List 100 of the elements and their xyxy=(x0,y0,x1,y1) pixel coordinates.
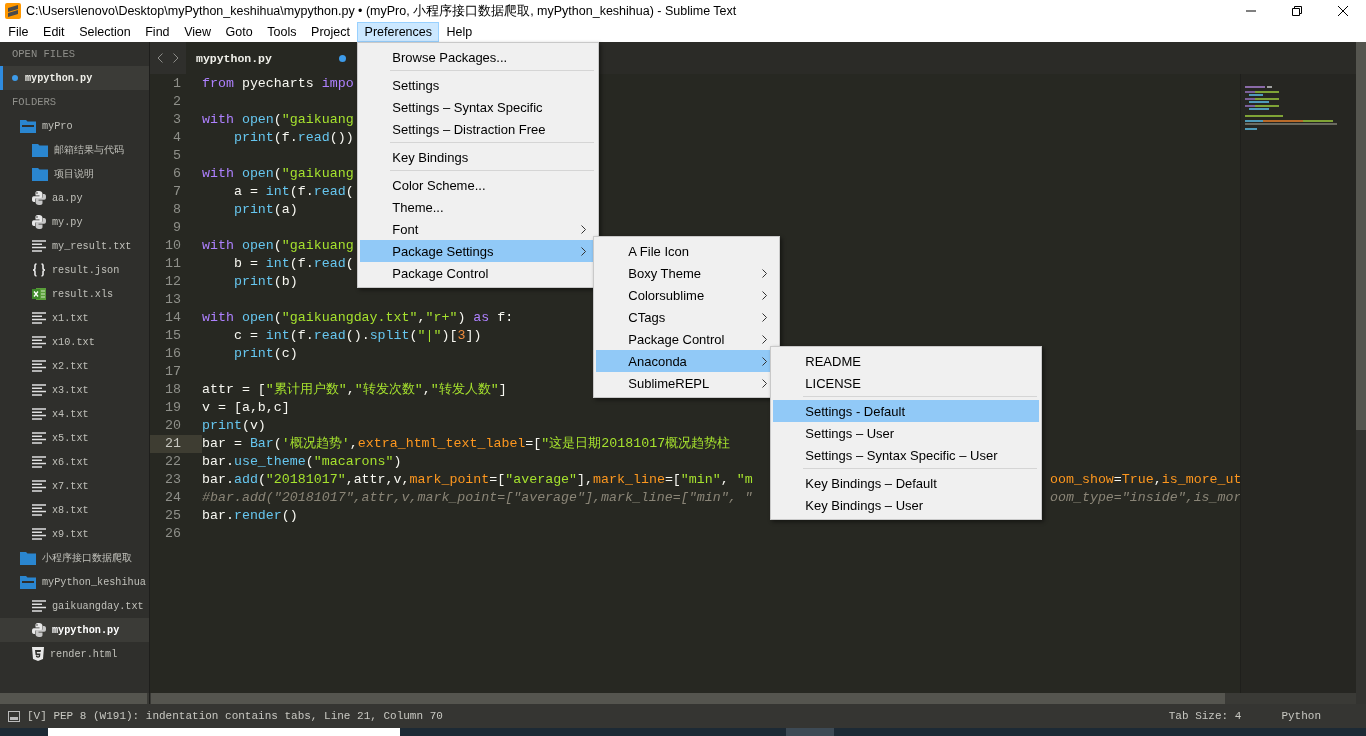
code-line: bar.render() xyxy=(202,507,298,525)
menu-option[interactable]: CTags xyxy=(596,306,778,328)
tree-item[interactable]: my.py xyxy=(0,210,149,234)
line-number: 17 xyxy=(164,363,182,381)
section-header: FOLDERS xyxy=(12,96,57,108)
menu-option[interactable]: Settings xyxy=(360,74,597,96)
menu-option[interactable]: Font xyxy=(360,218,597,240)
menu-item[interactable]: Preferences xyxy=(357,22,440,42)
tab-size-label[interactable]: Tab Size: 4 xyxy=(1168,710,1242,722)
menu-option[interactable]: Key Bindings – Default xyxy=(773,472,1040,494)
menu-option[interactable]: Settings – Distraction Free xyxy=(360,118,597,140)
text-lines-icon xyxy=(32,336,46,348)
menu-option[interactable]: Package Control xyxy=(596,328,778,350)
tree-item[interactable]: render.html xyxy=(0,642,149,666)
chevron-right-icon[interactable] xyxy=(173,53,179,63)
menu-option[interactable]: Key Bindings xyxy=(360,146,597,168)
line-number: 7 xyxy=(172,183,182,201)
chevron-right-icon xyxy=(762,312,768,322)
tree-item[interactable]: mypython.py xyxy=(0,618,149,642)
line-number: 1 xyxy=(172,75,182,93)
menu-item[interactable]: Tools xyxy=(260,22,304,42)
restore-icon[interactable] xyxy=(1292,6,1302,16)
menu-option[interactable]: Key Bindings – User xyxy=(773,494,1040,516)
line-number: 12 xyxy=(164,273,182,291)
tree-item[interactable]: myPro xyxy=(0,114,149,138)
menu-option[interactable]: Settings – Syntax Specific – User xyxy=(773,444,1040,466)
tree-item[interactable]: 邮箱结果与代码 xyxy=(0,138,149,162)
menu-option[interactable]: Boxy Theme xyxy=(596,262,778,284)
section-header: OPEN FILES xyxy=(12,48,75,60)
tree-item[interactable]: my_result.txt xyxy=(0,234,149,258)
tree-item[interactable]: x2.txt xyxy=(0,354,149,378)
chevron-right-icon xyxy=(762,290,768,300)
menu-option[interactable]: Colorsublime xyxy=(596,284,778,306)
tree-item[interactable]: x10.txt xyxy=(0,330,149,354)
line-number: 5 xyxy=(172,147,182,165)
scrollbar-thumb[interactable] xyxy=(151,693,1225,704)
tree-item[interactable]: 小程序接口数据爬取 xyxy=(0,546,149,570)
scrollbar-thumb[interactable] xyxy=(0,693,147,704)
tree-item[interactable]: x9.txt xyxy=(0,522,149,546)
tree-item[interactable]: result.json xyxy=(0,258,149,282)
code-line: print(v) xyxy=(202,417,266,435)
menu-item[interactable]: Edit xyxy=(35,22,72,42)
line-number: 16 xyxy=(164,345,182,363)
tree-item[interactable]: myPython_keshihua xyxy=(0,570,149,594)
panel-icon[interactable] xyxy=(8,710,20,722)
menu-item[interactable]: Selection xyxy=(71,22,138,42)
menu-item[interactable]: Help xyxy=(439,22,480,42)
tree-item[interactable]: x4.txt xyxy=(0,402,149,426)
line-number: 15 xyxy=(164,327,182,345)
tree-item[interactable]: x5.txt xyxy=(0,426,149,450)
line-number: 6 xyxy=(172,165,182,183)
menu-item[interactable]: File xyxy=(1,22,36,42)
code-line: b = int(f.read( xyxy=(232,255,354,273)
line-number: 23 xyxy=(164,471,182,489)
text-lines-icon xyxy=(32,456,46,468)
syntax-label[interactable]: Python xyxy=(1281,710,1321,722)
menu-option[interactable]: Settings - Default xyxy=(773,400,1040,422)
line-number: 9 xyxy=(172,219,182,237)
chevron-left-icon[interactable] xyxy=(157,53,163,63)
scrollbar-thumb[interactable] xyxy=(1356,42,1366,430)
menu-item[interactable]: Project xyxy=(303,22,358,42)
menu-option[interactable]: Color Scheme... xyxy=(360,174,597,196)
tree-item[interactable]: aa.py xyxy=(0,186,149,210)
tree-item[interactable]: 项目说明 xyxy=(0,162,149,186)
tree-item[interactable]: gaikuangday.txt xyxy=(0,594,149,618)
menu-item[interactable]: Goto xyxy=(218,22,260,42)
menu-option[interactable]: Theme... xyxy=(360,196,597,218)
line-number: 21 xyxy=(150,435,202,453)
menu-item[interactable]: Find xyxy=(137,22,177,42)
menu-item[interactable]: View xyxy=(176,22,219,42)
code-line: with open("gaikuang xyxy=(202,111,354,129)
line-number: 14 xyxy=(164,309,182,327)
menu-option[interactable]: A File Icon xyxy=(596,240,778,262)
tree-item[interactable]: x3.txt xyxy=(0,378,149,402)
tree-item[interactable]: result.xls xyxy=(0,282,149,306)
text-lines-icon xyxy=(32,384,46,396)
code-line: c = int(f.read().split("|")[3]) xyxy=(232,327,482,345)
app-logo-icon xyxy=(5,3,21,19)
editor-tab[interactable]: mypython.py xyxy=(186,42,356,74)
line-number: 18 xyxy=(164,381,182,399)
line-number: 3 xyxy=(172,111,182,129)
menu-option[interactable]: Package Control xyxy=(360,262,597,284)
menu-option[interactable]: Settings – User xyxy=(773,422,1040,444)
menu-option[interactable]: LICENSE xyxy=(773,372,1040,394)
tree-item[interactable]: x8.txt xyxy=(0,498,149,522)
line-number: 8 xyxy=(172,201,182,219)
menu-option[interactable]: Settings – Syntax Specific xyxy=(360,96,597,118)
code-line: bar = Bar('概况趋势',extra_html_text_label=["这是日期20181017概况趋势柱 xyxy=(202,435,731,453)
code-file-icon xyxy=(32,215,46,229)
taskbar-search-field[interactable] xyxy=(48,728,400,736)
code-line: a = int(f.read( xyxy=(232,183,354,201)
chevron-right-icon xyxy=(581,224,587,234)
code-line: #bar.add("20181017",attr,v,mark_point=["average"],mark_line=["min", " xyxy=(202,489,753,507)
tree-item[interactable]: x6.txt xyxy=(0,450,149,474)
open-file-item[interactable]: mypython.py xyxy=(0,66,149,90)
line-number: 25 xyxy=(164,507,182,525)
menu-option[interactable]: Browse Packages... xyxy=(360,46,597,68)
tree-item[interactable]: x1.txt xyxy=(0,306,149,330)
tree-item[interactable]: x7.txt xyxy=(0,474,149,498)
close-icon[interactable] xyxy=(1338,6,1348,16)
